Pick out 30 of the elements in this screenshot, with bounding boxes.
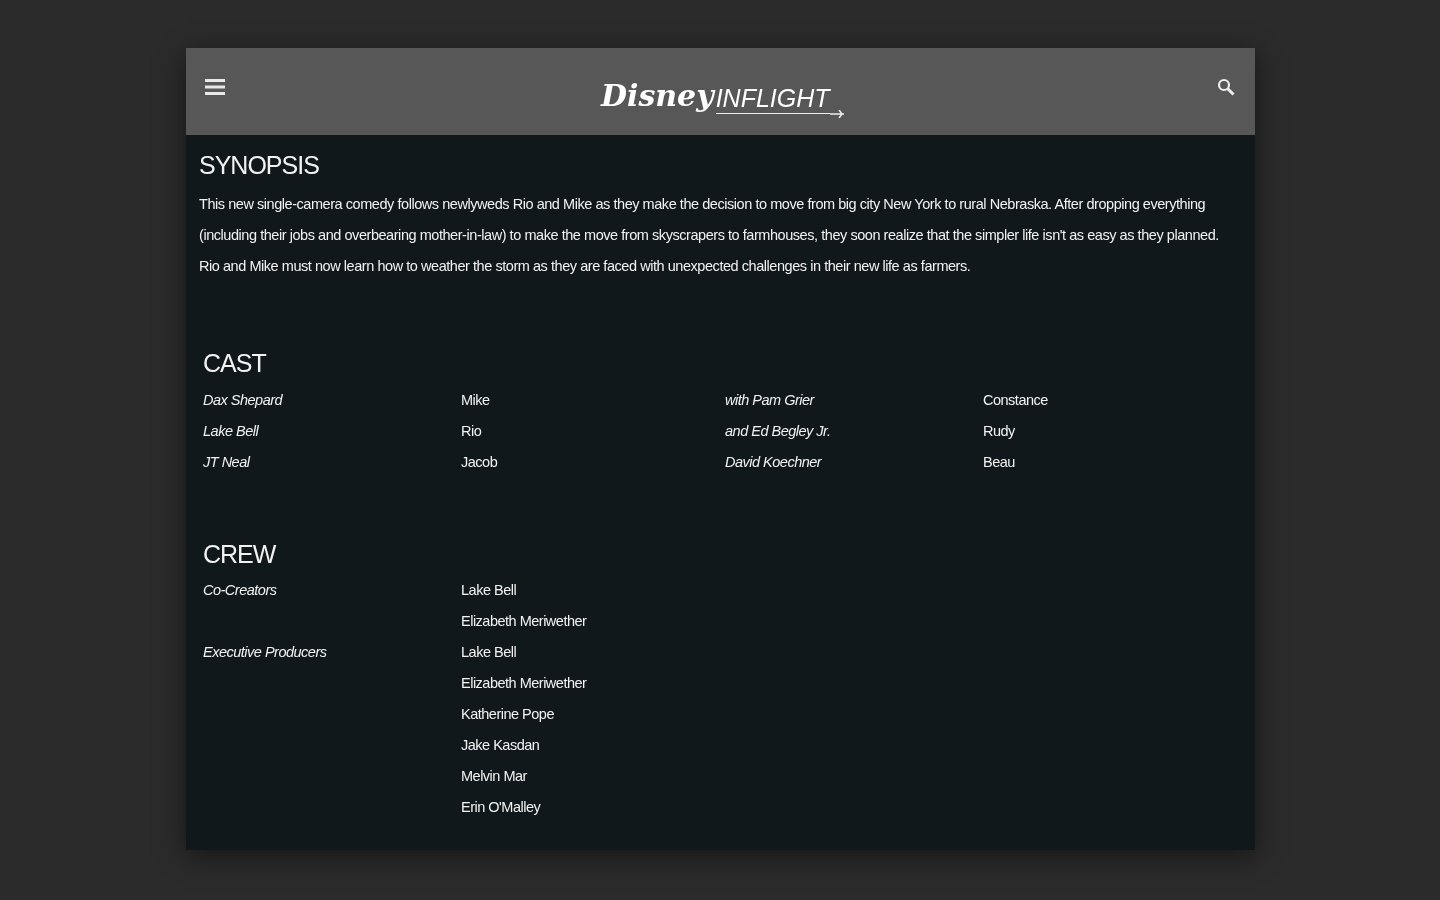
section-heading: CAST bbox=[202, 348, 268, 378]
crew-name: Katherine Pope bbox=[461, 705, 555, 724]
section-heading: SYNOPSIS bbox=[199, 150, 320, 180]
character-name: Beau bbox=[983, 453, 1016, 470]
actor-name: Dax Shepard bbox=[203, 391, 284, 408]
crew-name: Lake Bell bbox=[461, 643, 518, 662]
crew-name: Jake Kasdan bbox=[461, 736, 541, 755]
character-name: Jacob bbox=[461, 453, 499, 470]
character-name: Mike bbox=[461, 391, 491, 408]
synopsis-text: This new single-camera comedy follows newlyweds Rio and Mike as they make the decision to move from big city New York to rural Nebraska. After dropping everything (including their jobs and overbearing mother-in-law) to make the move from skyscrapers to farmhouses, they soon realize that the simpler life isn't as easy as they planned. Rio and Mike must now learn how to weather the storm as they are faced with unexpected challenges in their new life as farmers. bbox=[199, 195, 1220, 276]
actor-name: and Ed Begley Jr. bbox=[725, 422, 832, 439]
crew-name: Melvin Mar bbox=[461, 767, 528, 786]
actor-name: Lake Bell bbox=[203, 422, 260, 439]
crew-name: Lake Bell bbox=[461, 581, 518, 600]
character-name: Rudy bbox=[983, 422, 1016, 439]
crew-role: Executive Producers bbox=[203, 643, 328, 662]
search-icon[interactable] bbox=[1217, 77, 1235, 96]
section-heading: CREW bbox=[202, 539, 277, 569]
crew-name: Erin O'Malley bbox=[461, 798, 542, 817]
logo-script: Disney bbox=[601, 78, 714, 114]
crew-name: Elizabeth Meriwether bbox=[461, 674, 587, 693]
logo-text: INFLIGHT bbox=[715, 83, 830, 114]
actor-name: JT Neal bbox=[203, 453, 252, 470]
character-name: Constance bbox=[983, 391, 1049, 408]
crew-role: Co-Creators bbox=[203, 581, 278, 600]
character-name: Rio bbox=[461, 422, 483, 439]
crew-name: Elizabeth Meriwether bbox=[461, 612, 587, 631]
actor-name: David Koechner bbox=[725, 453, 823, 470]
actor-name: with Pam Grier bbox=[725, 391, 816, 408]
menu-icon[interactable] bbox=[205, 77, 225, 96]
